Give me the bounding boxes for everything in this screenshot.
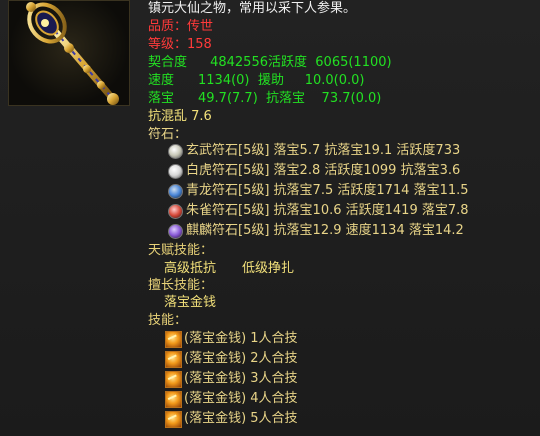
- stat-label-2: 抗落宝: [266, 91, 306, 106]
- extra-stat: 抗混乱 7.6: [148, 109, 212, 124]
- stat-value: 1134(0): [198, 73, 250, 88]
- rune-row: 朱雀符石[5级] 抗落宝10.6 活跃度1419 落宝7.8: [186, 203, 469, 218]
- qinglong-rune-icon: [168, 184, 183, 199]
- rune-row: 玄武符石[5级] 落宝5.7 抗落宝19.1 活跃度733: [186, 143, 461, 158]
- stat-value-2: 6065(1100): [315, 55, 392, 70]
- specialty-skill: 落宝金钱: [164, 295, 217, 310]
- quality-label: 品质：: [148, 19, 188, 34]
- stat-row: 速度 1134(0) 援助 10.0(0.0): [148, 72, 364, 90]
- coin-skill-icon: [165, 411, 182, 428]
- stat-row: 落宝 49.7(7.7) 抗落宝 73.7(0.0): [148, 90, 381, 108]
- rune-row: 麒麟符石[5级] 抗落宝12.9 速度1134 落宝14.2: [186, 223, 464, 238]
- coin-skill-icon: [165, 371, 182, 388]
- stat-label: 契合度: [148, 55, 188, 70]
- baihu-rune-icon: [168, 164, 183, 179]
- stat-value: 4842556: [210, 55, 268, 70]
- stat-value-2: 73.7(0.0): [321, 91, 382, 106]
- ornate-golden-scepter-icon: [8, 0, 130, 106]
- coin-skill-icon: [165, 331, 182, 348]
- stat-label: 落宝: [148, 91, 175, 106]
- talent-header: 天赋技能：: [148, 243, 214, 258]
- stat-label-2: 援助: [258, 73, 285, 88]
- rune-row: 青龙符石[5级] 抗落宝7.5 活跃度1714 落宝11.5: [186, 183, 469, 198]
- combo-skill: (落宝金钱) 4人合技: [184, 391, 298, 406]
- combo-skill: (落宝金钱) 2人合技: [184, 351, 298, 366]
- qilin-rune-icon: [168, 224, 183, 239]
- xuanwu-rune-icon: [168, 144, 183, 159]
- stat-value: 49.7(7.7): [198, 91, 258, 106]
- talent-skill: 低级挣扎: [242, 261, 295, 276]
- stat-label-2: 活跃度: [268, 55, 308, 70]
- runes-header: 符石：: [148, 127, 188, 142]
- combo-skill: (落宝金钱) 1人合技: [184, 331, 298, 346]
- combo-skill: (落宝金钱) 3人合技: [184, 371, 298, 386]
- item-tooltip: 镇元大仙之物，常用以采下人参果。 品质：传世 等级：158 契合度 4842556…: [0, 0, 540, 436]
- skills-header: 技能：: [148, 313, 188, 328]
- rune-row: 白虎符石[5级] 落宝2.8 活跃度1099 抗落宝3.6: [186, 163, 461, 178]
- talent-skill: 高级抵抗: [164, 261, 217, 276]
- stat-row: 契合度 4842556活跃度 6065(1100): [148, 54, 392, 72]
- coin-skill-icon: [165, 351, 182, 368]
- quality-row: 品质：传世: [148, 18, 213, 36]
- quality-value: 传世: [187, 19, 214, 34]
- level-value: 158: [187, 37, 212, 52]
- stat-value-2: 10.0(0.0): [304, 73, 365, 88]
- zhuque-rune-icon: [168, 204, 183, 219]
- item-description: 镇元大仙之物，常用以采下人参果。: [148, 1, 357, 16]
- coin-skill-icon: [165, 391, 182, 408]
- level-row: 等级：158: [148, 36, 212, 54]
- stat-label: 速度: [148, 73, 175, 88]
- combo-skill: (落宝金钱) 5人合技: [184, 411, 298, 426]
- specialty-header: 擅长技能：: [148, 278, 214, 293]
- level-label: 等级：: [148, 37, 188, 52]
